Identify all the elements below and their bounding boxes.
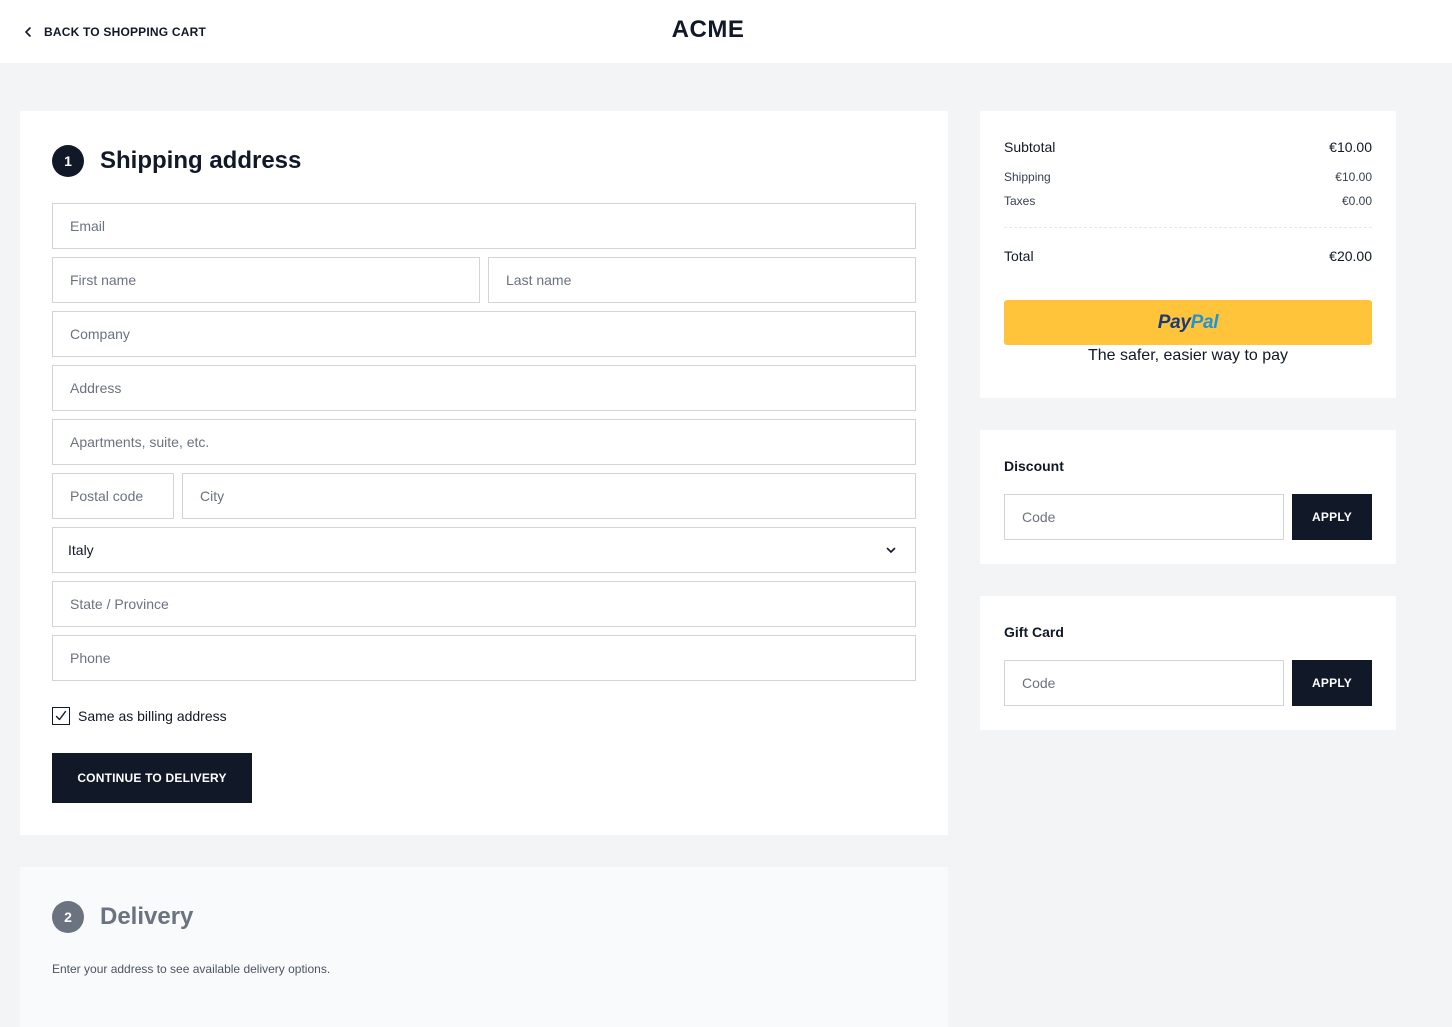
gift-card-code-field[interactable] [1004, 660, 1284, 706]
summary-divider [1004, 227, 1372, 228]
postal-code-input[interactable] [68, 487, 173, 505]
gift-card-section: Gift Card APPLY [980, 596, 1396, 730]
gift-card-code-input[interactable] [1020, 674, 1283, 692]
address-field[interactable] [52, 365, 916, 411]
company-field[interactable] [52, 311, 916, 357]
email-field[interactable] [52, 203, 916, 249]
same-as-billing-checkbox[interactable] [52, 707, 70, 725]
subtotal-label: Subtotal [1004, 139, 1056, 155]
section-title: Shipping address [100, 147, 302, 174]
paypal-logo: PayPal [1157, 311, 1219, 333]
same-as-billing-label[interactable]: Same as billing address [78, 708, 227, 724]
first-name-field[interactable] [52, 257, 480, 303]
last-name-field[interactable] [488, 257, 916, 303]
apply-gift-card-button[interactable]: APPLY [1292, 660, 1372, 706]
apply-discount-button[interactable]: APPLY [1292, 494, 1372, 540]
discount-code-field[interactable] [1004, 494, 1284, 540]
total-label: Total [1004, 248, 1034, 264]
first-name-input[interactable] [68, 271, 479, 289]
city-field[interactable] [182, 473, 916, 519]
discount-title: Discount [1004, 458, 1064, 474]
paypal-tagline: The safer, easier way to pay [1087, 347, 1289, 364]
subtotal-row: Subtotal €10.00 [1004, 139, 1372, 155]
total-row: Total €20.00 [1004, 248, 1372, 264]
continue-to-delivery-button[interactable]: CONTINUE TO DELIVERY [52, 753, 252, 803]
subtotal-value: €10.00 [1329, 139, 1372, 155]
delivery-step-header: 2 Delivery [52, 901, 193, 933]
store-logo[interactable]: ACME [0, 16, 1416, 44]
delivery-section: 2 Delivery Enter your address to see ava… [20, 867, 948, 1027]
checkmark-icon [55, 710, 67, 721]
order-summary: Subtotal €10.00 Shipping €10.00 Taxes €0… [980, 111, 1396, 398]
apartment-input[interactable] [68, 433, 915, 451]
step-number-badge: 2 [52, 901, 84, 933]
shipping-cost-label: Shipping [1004, 170, 1051, 184]
address-input[interactable] [68, 379, 915, 397]
company-input[interactable] [68, 325, 915, 343]
city-input[interactable] [198, 487, 915, 505]
phone-input[interactable] [68, 649, 915, 667]
total-value: €20.00 [1329, 248, 1372, 264]
postal-code-field[interactable] [52, 473, 174, 519]
shipping-step-header: 1 Shipping address [52, 145, 301, 177]
step-number-badge: 1 [52, 145, 84, 177]
country-select-value: Italy [68, 542, 94, 558]
discount-section: Discount APPLY [980, 430, 1396, 564]
delivery-hint-text: Enter your address to see available deli… [52, 962, 331, 976]
country-select[interactable]: Italy [52, 527, 916, 573]
shipping-cost-row: Shipping €10.00 [1004, 170, 1372, 184]
section-title: Delivery [100, 903, 194, 930]
taxes-row: Taxes €0.00 [1004, 194, 1372, 208]
chevron-down-icon [886, 547, 896, 553]
top-bar: BACK TO SHOPPING CART ACME [0, 0, 1452, 63]
state-province-input[interactable] [68, 595, 915, 613]
email-input[interactable] [68, 217, 915, 235]
apartment-field[interactable] [52, 419, 916, 465]
shipping-cost-value: €10.00 [1335, 170, 1372, 184]
paypal-button[interactable]: PayPal [1004, 300, 1372, 345]
taxes-value: €0.00 [1341, 194, 1372, 208]
state-province-field[interactable] [52, 581, 916, 627]
taxes-label: Taxes [1004, 194, 1036, 208]
phone-field[interactable] [52, 635, 916, 681]
last-name-input[interactable] [504, 271, 915, 289]
shipping-address-section: 1 Shipping address Italy [20, 111, 948, 835]
discount-code-input[interactable] [1020, 508, 1283, 526]
gift-card-title: Gift Card [1004, 624, 1064, 640]
same-as-billing-row: Same as billing address [52, 707, 227, 725]
